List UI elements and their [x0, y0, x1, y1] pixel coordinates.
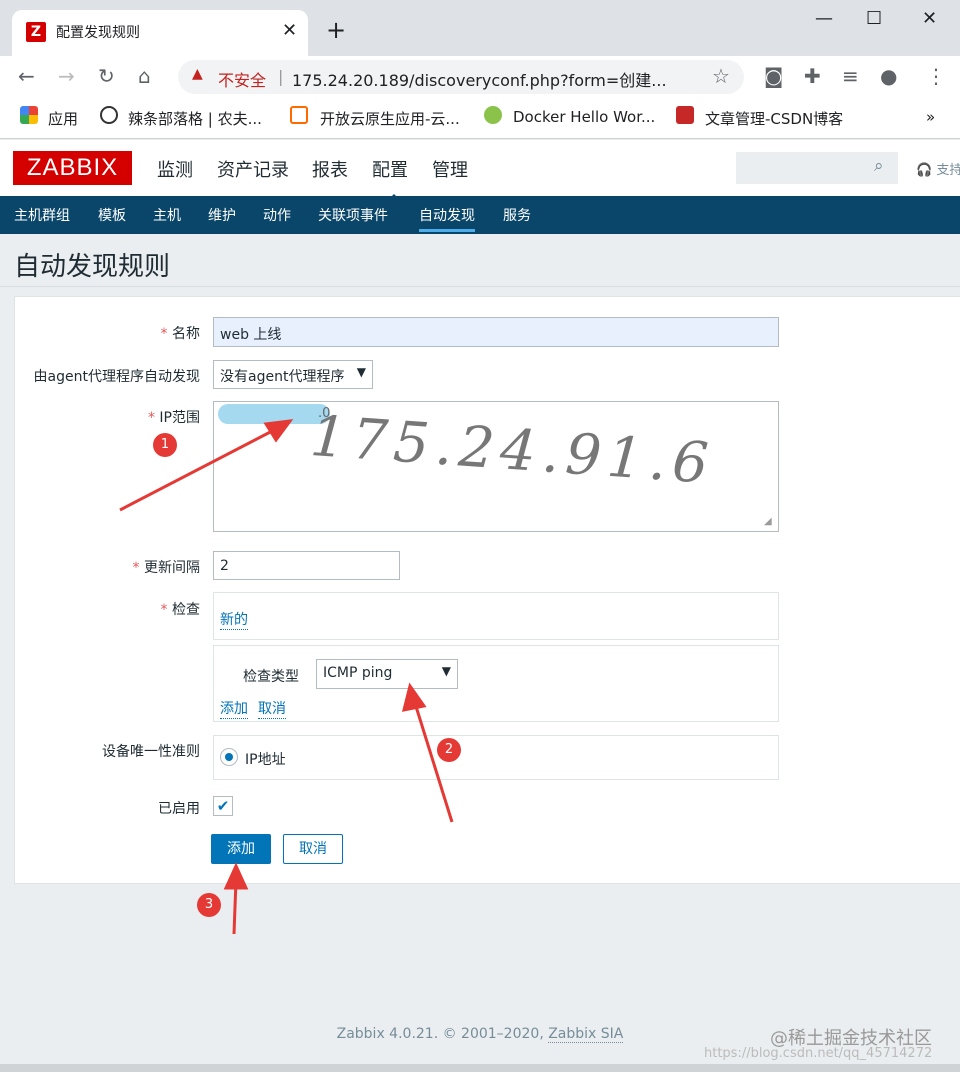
footer-zabbix-link[interactable]: Zabbix SIA — [548, 1026, 624, 1043]
arrow-2-head — [401, 682, 427, 712]
annotation-badge-3: 3 — [197, 893, 221, 917]
arrow-1-line — [119, 426, 279, 512]
arrow-1-head — [263, 419, 294, 443]
horizontal-scrollbar[interactable] — [0, 1064, 960, 1072]
arrow-3-head — [223, 862, 249, 890]
annotation-badge-1: 1 — [153, 433, 177, 457]
watermark-url: https://blog.csdn.net/qq_45714272 — [704, 1046, 933, 1061]
footer-copyright: Zabbix 4.0.21. © 2001–2020, — [336, 1026, 544, 1042]
annotation-arrows — [119, 419, 454, 935]
annotation-badge-2: 2 — [437, 738, 461, 762]
